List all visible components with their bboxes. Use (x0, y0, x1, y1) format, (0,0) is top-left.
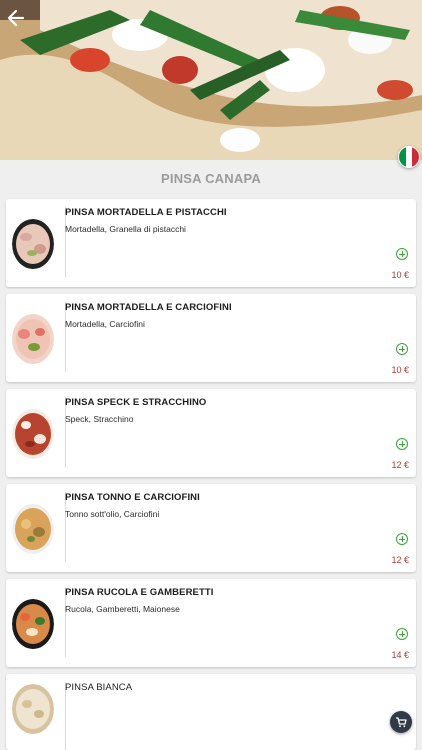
item-name: PINSA TONNO E CARCIOFINI (65, 492, 200, 503)
cart-icon (396, 717, 407, 728)
item-name: PINSA SPECK E STRACCHINO (65, 397, 207, 408)
flag-stripe-white (405, 147, 413, 167)
item-thumbnail (12, 409, 54, 459)
hero-image (0, 0, 422, 160)
item-thumbnail (12, 314, 54, 364)
item-name: PINSA BIANCA (65, 682, 133, 693)
add-item-button[interactable] (396, 438, 408, 450)
section-title: PINSA CANAPA (161, 171, 261, 186)
item-price: 10 € (391, 365, 409, 375)
item-description: Mortadella, Granella di pistacchi (65, 224, 186, 234)
back-button[interactable] (6, 8, 26, 28)
add-item-button[interactable] (396, 533, 408, 545)
item-name: PINSA MORTADELLA E PISTACCHI (65, 207, 227, 218)
item-thumbnail (12, 219, 54, 269)
item-description: Tonno sott'olio, Carciofini (65, 509, 160, 519)
item-description: Rucola, Gamberetti, Maionese (65, 604, 180, 614)
item-thumbnail (12, 684, 54, 734)
add-item-button[interactable] (396, 248, 408, 260)
add-item-button[interactable] (396, 628, 408, 640)
item-price: 10 € (391, 270, 409, 280)
item-price: 14 € (391, 650, 409, 660)
item-description: Speck, Stracchino (65, 414, 134, 424)
flag-stripe-red (412, 147, 419, 167)
item-thumbnail (12, 599, 54, 649)
menu-item-card[interactable]: PINSA BIANCA (6, 674, 416, 750)
arrow-left-icon (7, 9, 25, 27)
add-item-button[interactable] (396, 343, 408, 355)
item-name: PINSA MORTADELLA E CARCIOFINI (65, 302, 232, 313)
flag-stripe-green (399, 147, 406, 167)
menu-item-card[interactable]: PINSA RUCOLA E GAMBERETTI Rucola, Gamber… (6, 579, 416, 667)
item-name: PINSA RUCOLA E GAMBERETTI (65, 587, 214, 598)
item-description: Mortadella, Carciofini (65, 319, 145, 329)
item-thumbnail (12, 504, 54, 554)
menu-item-card[interactable]: PINSA MORTADELLA E CARCIOFINI Mortadella… (6, 294, 416, 382)
item-price: 12 € (391, 555, 409, 565)
pizza-photo (0, 0, 422, 160)
cart-button[interactable] (390, 711, 412, 733)
item-price: 12 € (391, 460, 409, 470)
language-flag-italy[interactable] (398, 146, 420, 168)
menu-item-card[interactable]: PINSA MORTADELLA E PISTACCHI Mortadella,… (6, 199, 416, 287)
menu-item-card[interactable]: PINSA TONNO E CARCIOFINI Tonno sott'olio… (6, 484, 416, 572)
menu-item-card[interactable]: PINSA SPECK E STRACCHINO Speck, Stracchi… (6, 389, 416, 477)
